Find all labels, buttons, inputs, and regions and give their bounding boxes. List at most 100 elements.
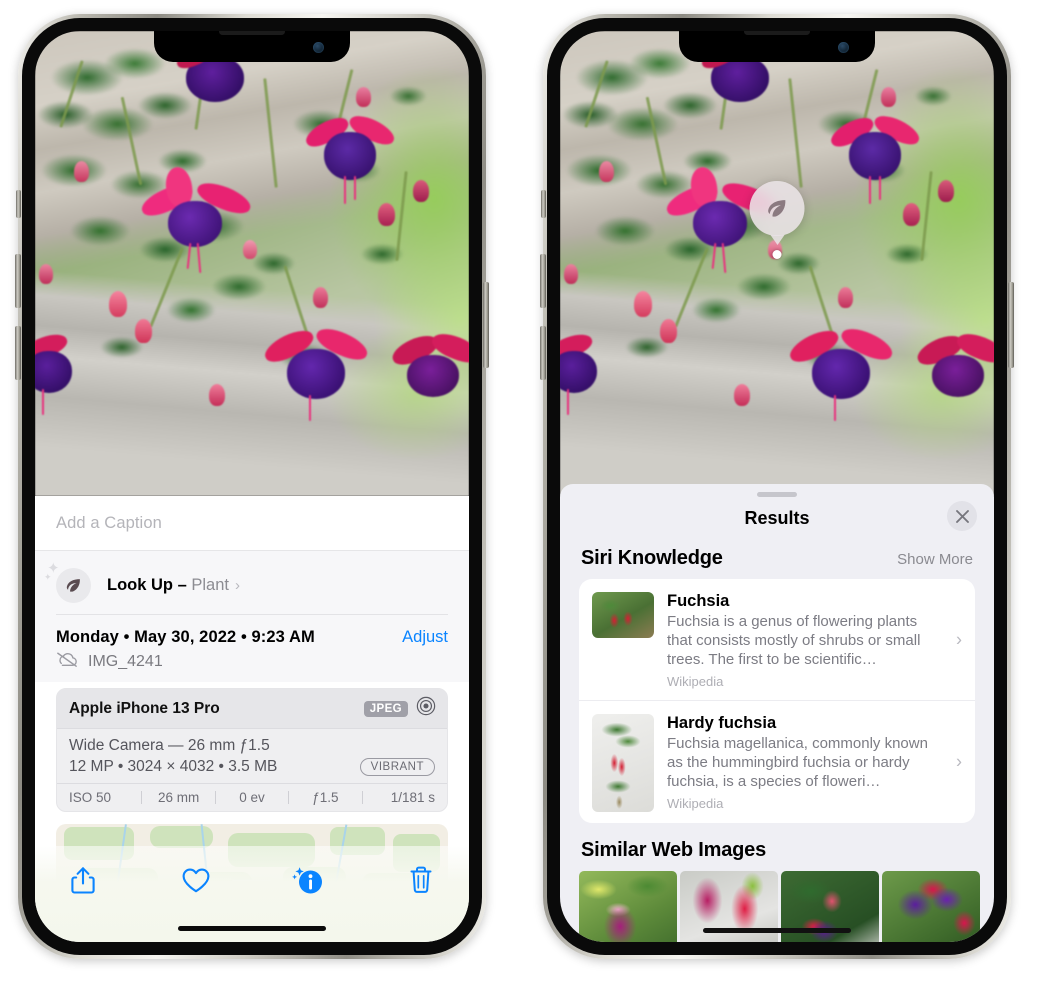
earpiece-speaker [219, 31, 285, 35]
fuchsia-flower [35, 329, 104, 415]
metadata-block: Monday • May 30, 2022 • 9:23 AM Adjust I… [35, 615, 469, 682]
flower-bud [937, 179, 954, 202]
close-button[interactable] [947, 501, 977, 531]
flower-bud [356, 86, 372, 107]
look-up-prefix: Look Up – [107, 575, 192, 594]
chevron-right-icon: › [234, 576, 240, 594]
flower-bud [564, 263, 579, 284]
filename: IMG_4241 [88, 653, 163, 670]
result-description: Fuchsia magellanica, commonly known as t… [667, 735, 928, 790]
flower-bud [74, 161, 90, 183]
chevron-right-icon: › [956, 751, 962, 772]
front-camera-icon [838, 42, 849, 53]
web-image-thumbnail[interactable] [579, 871, 677, 942]
fuchsia-flower [913, 328, 994, 409]
knowledge-card[interactable]: Fuchsia Fuchsia is a genus of flowering … [579, 579, 975, 700]
device-notch-right [679, 31, 875, 62]
results-title: Results [744, 507, 810, 528]
result-title: Hardy fuchsia [667, 714, 777, 732]
leaf-icon: ✦ ✦ [44, 560, 91, 603]
screenshot-root: Add a Caption ✦ ✦ Look Up – Plant › Mond… [0, 0, 1055, 985]
exif-aperture: ƒ1.5 [312, 790, 339, 805]
section-title: Siri Knowledge [581, 547, 723, 569]
home-indicator-right[interactable] [703, 928, 851, 933]
caption-field-row[interactable]: Add a Caption [35, 496, 469, 551]
exif-ev: 0 ev [239, 790, 265, 805]
iphone-device-left: Add a Caption ✦ ✦ Look Up – Plant › Mond… [15, 14, 489, 959]
volume-up-button-left[interactable] [15, 254, 21, 308]
flower-bud [633, 291, 652, 318]
flower-bud [881, 86, 897, 107]
flower-bud [312, 286, 328, 308]
power-button-right[interactable] [1008, 282, 1014, 368]
chevron-right-icon: › [956, 629, 962, 649]
web-image-thumbnail[interactable] [882, 871, 980, 942]
exif-iso: ISO 50 [69, 790, 112, 805]
home-indicator-left[interactable] [178, 926, 326, 931]
exif-shutter: 1/181 s [390, 790, 436, 805]
result-thumbnail [592, 592, 654, 638]
flower-bud [599, 161, 615, 183]
results-sheet: Results Siri Knowledge Show More Fuchsia… [560, 484, 994, 942]
front-camera-icon [313, 42, 324, 53]
silent-switch-right[interactable] [541, 190, 546, 218]
specs-line: 12 MP • 3024 × 4032 • 3.5 MB [69, 758, 278, 775]
result-description: Fuchsia is a genus of flowering plants t… [667, 613, 921, 668]
fuchsia-flower [560, 329, 629, 415]
flower-bud [243, 240, 258, 260]
screen-right: Results Siri Knowledge Show More Fuchsia… [560, 31, 994, 942]
fuchsia-flower [388, 328, 469, 409]
adjust-button[interactable]: Adjust [402, 628, 448, 647]
exif-row: ISO 50 26 mm 0 ev ƒ1.5 1/181 s [57, 783, 447, 811]
look-up-subject: Plant [191, 575, 229, 594]
screen-left: Add a Caption ✦ ✦ Look Up – Plant › Mond… [35, 31, 469, 942]
fuchsia-flower [786, 319, 902, 422]
flower-bud [377, 203, 395, 227]
look-up-leaf-badge[interactable] [749, 181, 805, 245]
flower-bud [902, 203, 920, 227]
exif-focal: 26 mm [157, 790, 200, 805]
photo-info-sheet: Add a Caption ✦ ✦ Look Up – Plant › Mond… [35, 496, 469, 942]
result-title: Fuchsia [667, 592, 730, 610]
format-badge: JPEG [363, 700, 408, 717]
fuchsia-flower [302, 110, 400, 205]
camera-model: Apple iPhone 13 Pro [69, 699, 220, 717]
flower-bud [659, 319, 677, 344]
cloud-slash-icon [56, 652, 78, 672]
look-up-block: ✦ ✦ Look Up – Plant › [35, 551, 469, 615]
favorite-button[interactable] [176, 860, 216, 900]
similar-web-images-header: Similar Web Images [560, 823, 994, 871]
results-header: Results [560, 497, 994, 539]
volume-down-button-left[interactable] [15, 326, 21, 380]
flower-bud [108, 291, 127, 318]
siri-knowledge-list: Fuchsia Fuchsia is a genus of flowering … [579, 579, 975, 823]
photo-viewer-left[interactable] [35, 31, 469, 496]
camera-card-body: Wide Camera — 26 mm ƒ1.5 12 MP • 3024 × … [57, 729, 447, 783]
share-button[interactable] [63, 860, 103, 900]
lens-line: Wide Camera — 26 mm ƒ1.5 [69, 737, 270, 754]
delete-button[interactable] [401, 860, 441, 900]
power-button-left[interactable] [483, 282, 489, 368]
flower-bud [733, 384, 750, 407]
leaf-icon [768, 200, 786, 217]
badge-pointer [770, 235, 784, 245]
flower-bud [134, 319, 152, 344]
fuchsia-flower [137, 164, 258, 273]
device-notch-left [154, 31, 350, 62]
caption-input[interactable]: Add a Caption [56, 514, 162, 533]
look-up-row[interactable]: ✦ ✦ Look Up – Plant › [44, 560, 448, 608]
camera-card-header: Apple iPhone 13 Pro JPEG [57, 689, 447, 729]
volume-up-button-right[interactable] [540, 254, 546, 308]
siri-knowledge-header: Siri Knowledge Show More [560, 539, 994, 579]
subject-anchor-dot [772, 250, 782, 259]
info-button[interactable] [288, 860, 328, 900]
look-up-label: Look Up – Plant [107, 576, 229, 595]
knowledge-card[interactable]: Hardy fuchsia Fuchsia magellanica, commo… [579, 700, 975, 823]
show-more-button[interactable]: Show More [897, 551, 973, 568]
volume-down-button-right[interactable] [540, 326, 546, 380]
camera-info-card: Apple iPhone 13 Pro JPEG Wide Camera — 2… [56, 688, 448, 812]
photo-viewer-right[interactable] [560, 31, 994, 496]
sparkle-small-icon: ✦ [44, 571, 52, 582]
flower-bud [208, 384, 225, 407]
silent-switch-left[interactable] [16, 190, 21, 218]
